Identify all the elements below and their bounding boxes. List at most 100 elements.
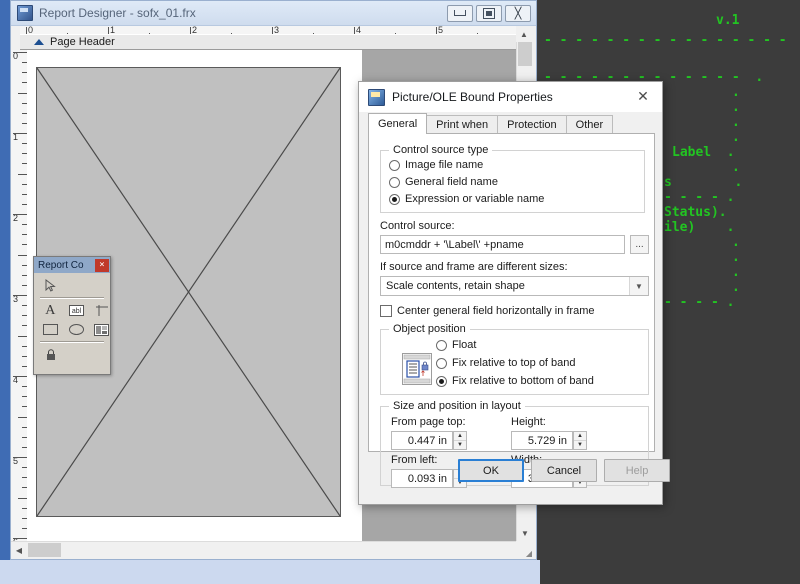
toolbar-separator — [40, 341, 104, 343]
control-source-value: m0cmddr + '\Label\' +pname — [385, 239, 524, 251]
tab-protection[interactable]: Protection — [497, 115, 567, 134]
terminal-line: . — [732, 235, 740, 250]
terminal-line: - - - - . — [664, 190, 734, 205]
vertical-ruler: 0123456 — [11, 50, 28, 541]
dialog-close-button[interactable]: ✕ — [628, 83, 658, 111]
restore-icon — [483, 8, 495, 19]
control-source-input[interactable]: m0cmddr + '\Label\' +pname — [380, 235, 625, 254]
stepper-down-icon[interactable]: ▼ — [574, 441, 586, 449]
control-source-type-legend: Control source type — [389, 144, 492, 156]
select-pointer-tool[interactable] — [42, 278, 59, 293]
height-value: 5.729 in — [528, 435, 567, 447]
terminal-line: . — [732, 160, 740, 175]
band-page-header-label: Page Header — [50, 36, 115, 48]
dialog-titlebar[interactable]: Picture/OLE Bound Properties ✕ — [359, 82, 662, 112]
horizontal-scrollbar[interactable]: ◀ — [11, 541, 516, 558]
pointer-icon — [45, 279, 56, 292]
line-tool[interactable] — [93, 303, 110, 318]
toolbar-row-1: A abl — [34, 301, 110, 320]
chevron-down-icon[interactable]: ▼ — [629, 277, 648, 295]
control-source-ellipsis-button[interactable]: ... — [630, 235, 649, 254]
lock-icon — [46, 349, 56, 361]
report-controls-titlebar[interactable]: Report Co × — [34, 257, 110, 273]
from-page-top-input[interactable]: 0.447 in — [391, 431, 453, 450]
size-mode-combobox[interactable]: Scale contents, retain shape ▼ — [380, 276, 649, 296]
object-position-glyph — [403, 354, 431, 384]
band-page-header[interactable]: Page Header — [20, 34, 516, 50]
checkbox-indicator — [380, 305, 392, 317]
toolbar-row-pointer — [34, 276, 110, 295]
ruler-subtick — [18, 93, 27, 94]
from-page-top-stepper[interactable]: ▲▼ — [453, 431, 467, 450]
terminal-line: . — [732, 115, 740, 130]
radio-image-file-name[interactable]: Image file name — [389, 159, 483, 171]
ellipse-icon — [69, 324, 84, 335]
radio-expression-or-variable-name[interactable]: Expression or variable name — [389, 193, 544, 205]
toolbar-row-lock — [34, 345, 110, 364]
rounded-rectangle-tool[interactable] — [68, 322, 85, 337]
height-input[interactable]: 5.729 in — [511, 431, 573, 450]
vertical-scrollbar-thumb[interactable] — [518, 42, 532, 66]
stepper-up-icon[interactable]: ▲ — [574, 432, 586, 441]
center-general-field-checkbox[interactable]: Center general field horizontally in fra… — [380, 305, 595, 317]
line-icon — [95, 304, 109, 317]
size-mode-label: If source and frame are different sizes: — [380, 261, 568, 273]
report-controls-toolbar: Report Co × A abl — [33, 256, 111, 375]
dialog-icon — [368, 89, 385, 106]
report-controls-title-text: Report Co — [38, 260, 84, 271]
button-lock-tool[interactable] — [42, 347, 59, 362]
radio-fix-relative-bottom[interactable]: Fix relative to bottom of band — [436, 375, 594, 387]
terminal-line: . — [732, 250, 740, 265]
dialog-title-text: Picture/OLE Bound Properties — [392, 90, 553, 104]
radio-float[interactable]: Float — [436, 339, 476, 351]
ruler-tick — [13, 214, 27, 215]
radio-label: Image file name — [405, 159, 483, 171]
radio-label: Expression or variable name — [405, 193, 544, 205]
desktop-bottom-strip — [0, 560, 540, 584]
rectangle-tool[interactable] — [42, 322, 59, 337]
object-position-legend: Object position — [389, 323, 470, 335]
close-icon: ╳ — [515, 8, 522, 19]
horizontal-scroll-left-button[interactable]: ◀ — [11, 542, 27, 558]
report-designer-titlebar[interactable]: Report Designer - sofx_01.frx ╳ — [11, 1, 536, 26]
field-tool[interactable]: abl — [68, 303, 85, 318]
restore-button[interactable] — [476, 5, 502, 22]
minimize-button[interactable] — [447, 5, 473, 22]
minimize-icon — [454, 10, 466, 16]
radio-fix-relative-top[interactable]: Fix relative to top of band — [436, 357, 576, 369]
cancel-button[interactable]: Cancel — [531, 459, 597, 482]
size-position-legend: Size and position in layout — [389, 400, 525, 412]
object-position-preview-icon — [402, 353, 432, 385]
size-mode-value: Scale contents, retain shape — [386, 280, 525, 292]
picture-ole-bound-properties-dialog: Picture/OLE Bound Properties ✕ General P… — [358, 81, 663, 505]
dialog-tabs: General Print when Protection Other — [368, 113, 612, 134]
picture-ole-tool[interactable] — [93, 322, 110, 337]
height-stepper[interactable]: ▲▼ — [573, 431, 587, 450]
close-button[interactable]: ╳ — [505, 5, 531, 22]
stepper-up-icon[interactable]: ▲ — [454, 432, 466, 441]
control-source-label: Control source: — [380, 220, 455, 232]
ruler-tick — [13, 133, 27, 134]
stepper-down-icon[interactable]: ▼ — [454, 441, 466, 449]
radio-indicator — [436, 340, 447, 351]
field-icon: abl — [69, 305, 84, 316]
radio-indicator — [389, 177, 400, 188]
report-controls-close-button[interactable]: × — [95, 259, 109, 272]
height-label: Height: — [511, 416, 546, 428]
tab-general[interactable]: General — [368, 113, 427, 134]
ruler-subtick — [18, 498, 27, 499]
radio-general-field-name[interactable]: General field name — [389, 176, 498, 188]
toolbar-separator — [40, 297, 104, 299]
toolbar-row-2 — [34, 320, 110, 339]
tab-other[interactable]: Other — [566, 115, 614, 134]
ok-button[interactable]: OK — [458, 459, 524, 482]
vertical-scroll-up-button[interactable]: ▲ — [516, 26, 532, 42]
tab-print-when[interactable]: Print when — [426, 115, 498, 134]
radio-label: Fix relative to top of band — [452, 357, 576, 369]
ruler-subtick — [18, 255, 27, 256]
label-tool[interactable]: A — [42, 303, 59, 318]
horizontal-scrollbar-thumb[interactable] — [28, 543, 61, 557]
terminal-line: . — [732, 100, 740, 115]
terminal-line: . — [732, 280, 740, 295]
vertical-scroll-down-button[interactable]: ▼ — [517, 525, 533, 541]
